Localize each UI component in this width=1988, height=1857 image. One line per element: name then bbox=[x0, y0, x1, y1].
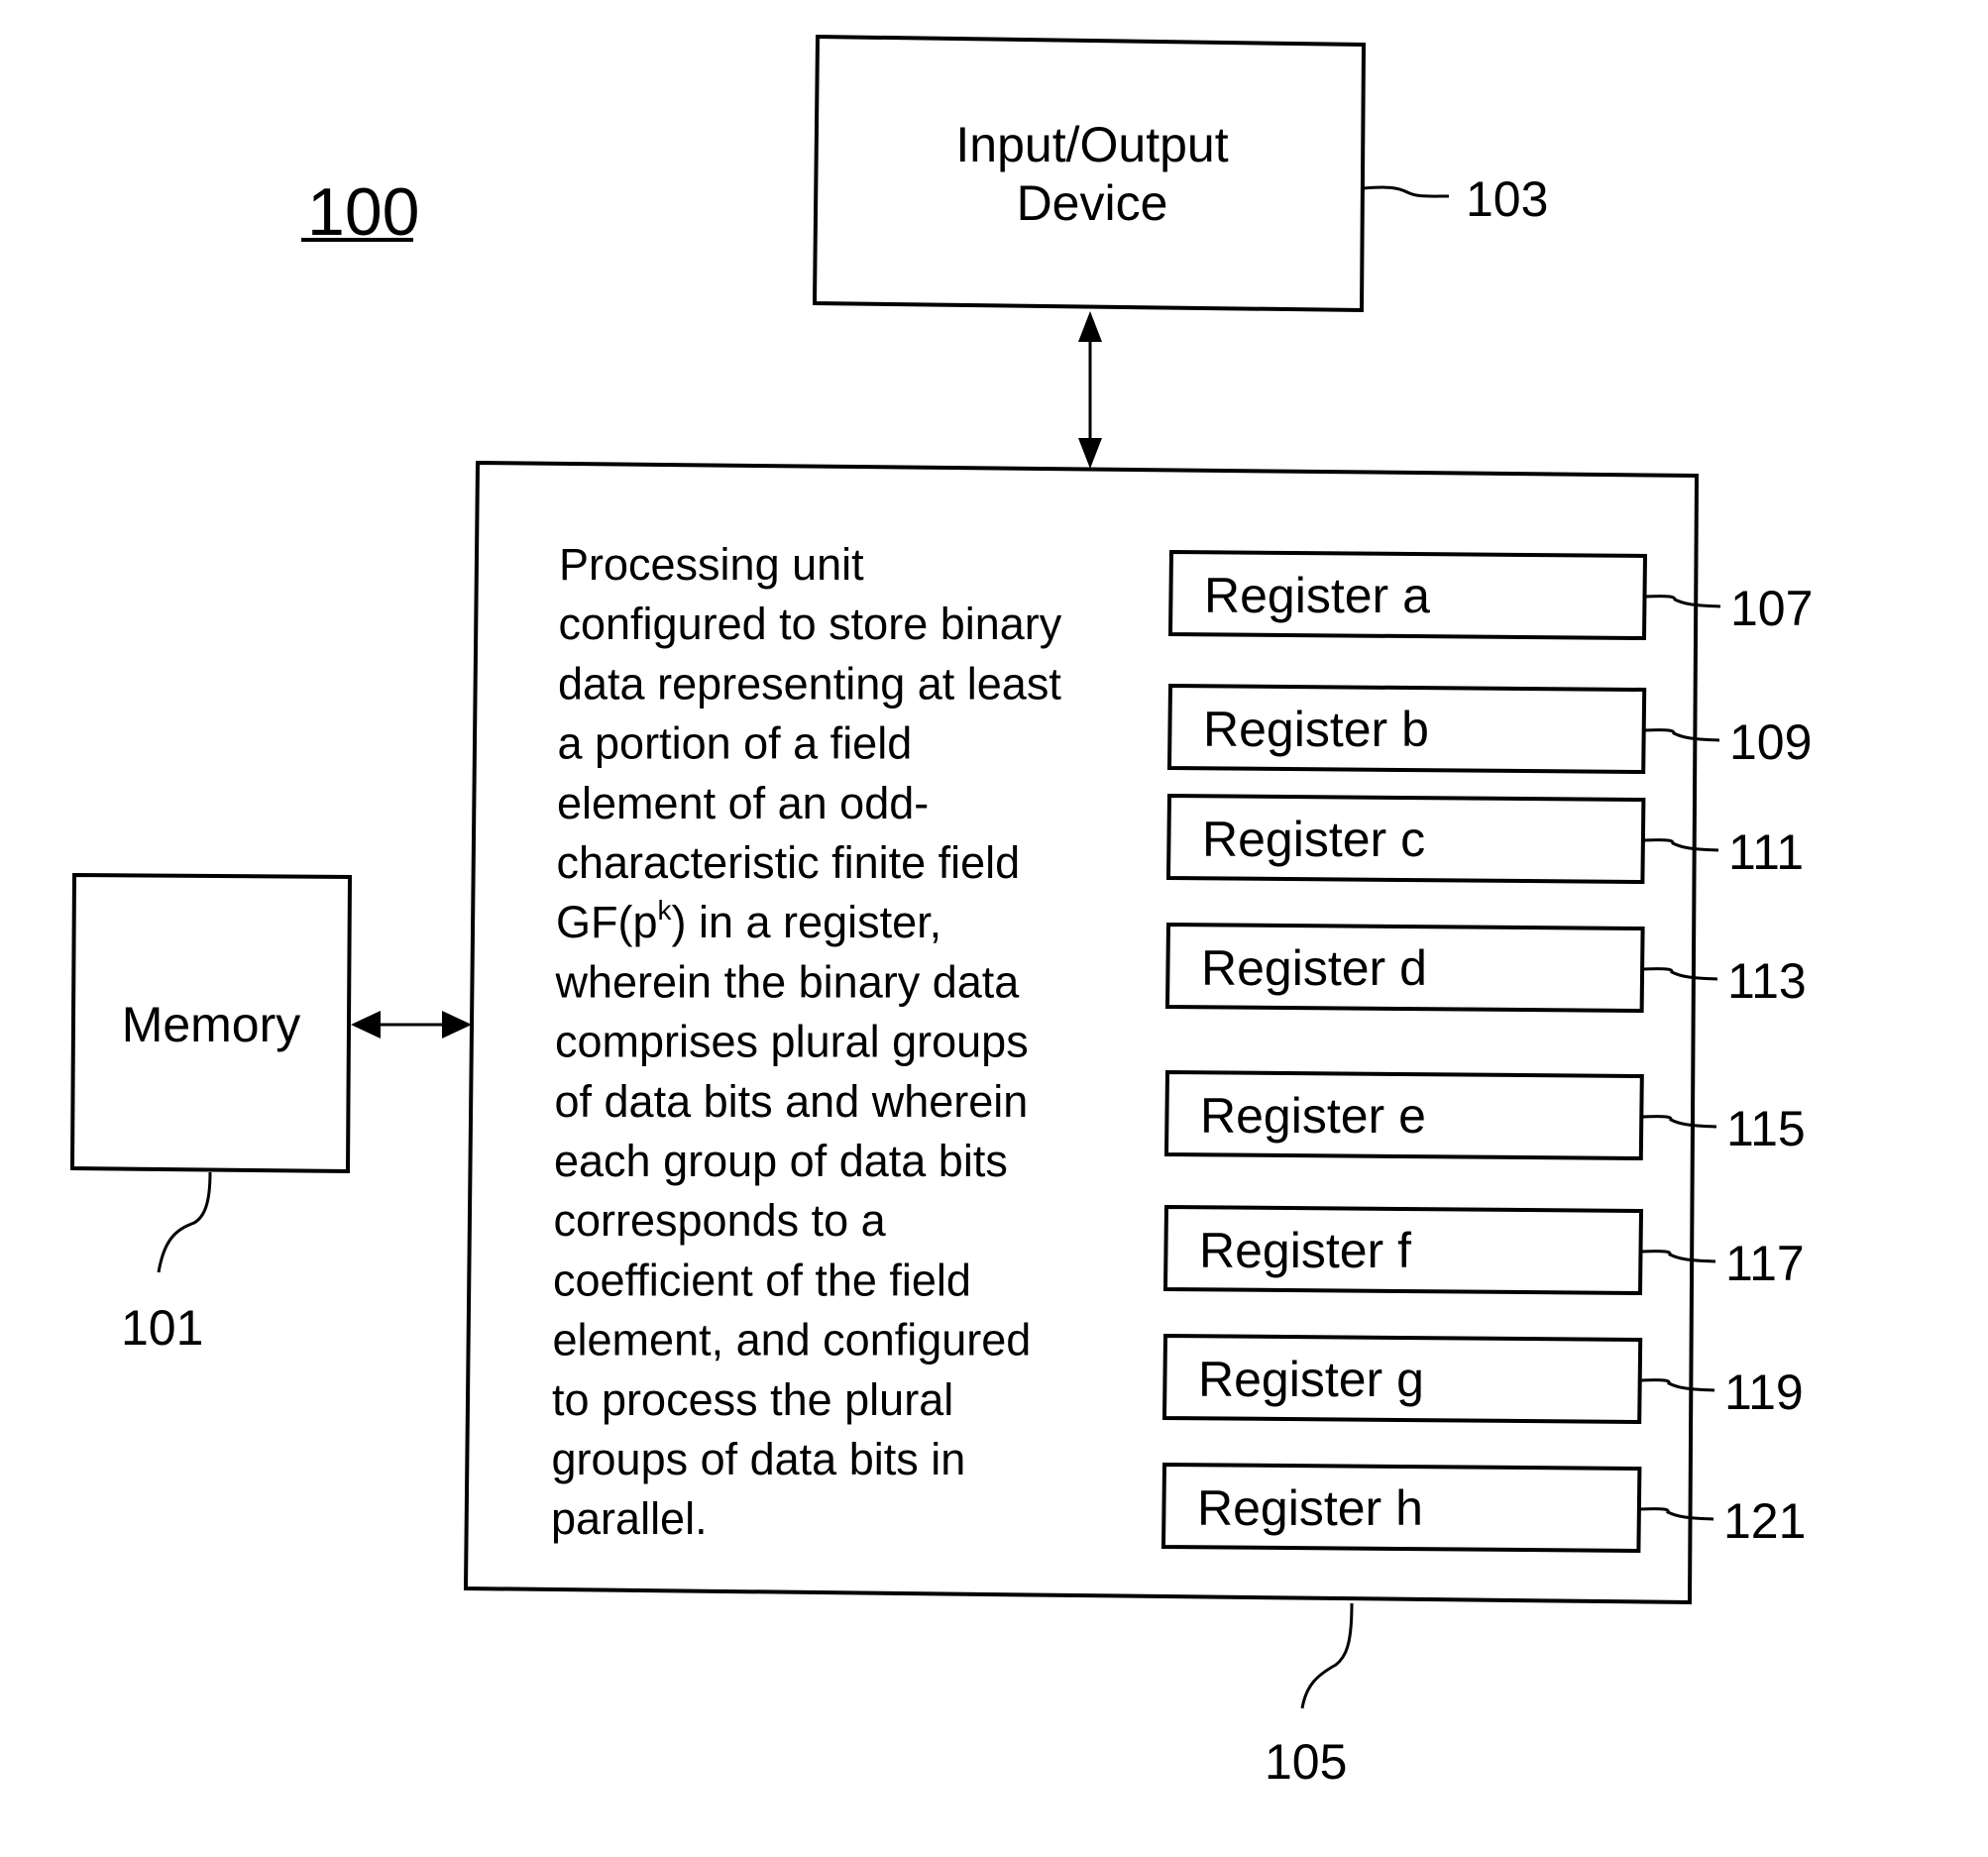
register-leader-line bbox=[1641, 1115, 1717, 1129]
processing-unit-leader-line bbox=[1300, 1602, 1354, 1709]
processing-unit-block: Processing unit configured to store binar… bbox=[463, 460, 1813, 1790]
register-ref: 117 bbox=[1725, 1236, 1805, 1291]
description-line: element, and configured bbox=[553, 1315, 1032, 1365]
register-ref: 107 bbox=[1730, 581, 1813, 636]
io-device-label-line-2: Device bbox=[1017, 175, 1168, 231]
register-label: Register b bbox=[1203, 702, 1429, 757]
register-ref: 111 bbox=[1728, 824, 1804, 880]
register-leader-line bbox=[1644, 595, 1721, 608]
register-b: Register b 109 bbox=[1166, 683, 1812, 775]
register-list: Register a 107Register b 109Register c 111R… bbox=[1160, 549, 1813, 1554]
register-ref: 113 bbox=[1727, 953, 1807, 1009]
arrowhead-up-icon bbox=[1078, 311, 1102, 342]
gf-suffix: ) in a register, bbox=[672, 897, 942, 947]
io-device-block: Input/Output Device 103 bbox=[812, 34, 1548, 313]
description-line: characteristic finite field bbox=[557, 837, 1021, 888]
arrowhead-left-icon bbox=[351, 1011, 381, 1038]
description-line: comprises plural groups bbox=[555, 1017, 1029, 1067]
register-label: Register g bbox=[1198, 1352, 1424, 1407]
description-line: GF(pk) in a register, bbox=[556, 895, 941, 947]
arrowhead-down-icon bbox=[1078, 438, 1102, 469]
description-line: corresponds to a bbox=[554, 1195, 887, 1246]
register-leader-line bbox=[1639, 1507, 1714, 1521]
description-line: data representing at least bbox=[558, 658, 1061, 709]
register-e: Register e 115 bbox=[1163, 1069, 1806, 1161]
register-c: Register c 111 bbox=[1165, 793, 1804, 885]
memory-block: Memory 101 bbox=[69, 872, 353, 1356]
register-h: Register h 121 bbox=[1160, 1462, 1806, 1554]
register-ref: 109 bbox=[1729, 714, 1812, 770]
register-leader-line bbox=[1643, 838, 1719, 852]
register-ref: 115 bbox=[1726, 1101, 1806, 1156]
io-device-box bbox=[812, 34, 1367, 313]
description-line: parallel. bbox=[551, 1493, 708, 1544]
register-leader-line bbox=[1642, 967, 1718, 981]
memory-processing-arrow bbox=[351, 1011, 472, 1038]
block-diagram: 100 Input/Output Device 103 Memory 101 P… bbox=[69, 34, 1813, 1790]
description-line: element of an odd- bbox=[557, 778, 929, 828]
register-label: Register d bbox=[1201, 940, 1427, 996]
register-ref: 119 bbox=[1724, 1365, 1804, 1420]
io-device-label-line-1: Input/Output bbox=[955, 117, 1228, 172]
register-label: Register a bbox=[1204, 568, 1430, 623]
register-leader-line bbox=[1644, 728, 1720, 742]
register-ref: 121 bbox=[1723, 1493, 1806, 1549]
io-device-leader-line bbox=[1363, 185, 1450, 198]
description-line: coefficient of the field bbox=[553, 1255, 971, 1305]
gf-prefix: GF(p bbox=[556, 897, 658, 947]
register-g: Register g 119 bbox=[1161, 1333, 1804, 1425]
gf-superscript: k bbox=[658, 895, 673, 926]
memory-ref: 101 bbox=[121, 1300, 203, 1356]
description-line: Processing unit bbox=[559, 539, 864, 590]
register-label: Register h bbox=[1197, 1480, 1423, 1536]
arrowhead-right-icon bbox=[442, 1011, 472, 1038]
description-line: of data bits and wherein bbox=[555, 1076, 1029, 1127]
processing-unit-ref: 105 bbox=[1265, 1734, 1347, 1790]
register-f: Register f 117 bbox=[1162, 1204, 1805, 1296]
description-line: configured to store binary bbox=[559, 599, 1062, 649]
processing-unit-description: Processing unit configured to store binar… bbox=[551, 539, 1062, 1544]
description-line: a portion of a field bbox=[558, 718, 913, 769]
register-label: Register e bbox=[1200, 1088, 1426, 1144]
description-line: wherein the binary data bbox=[555, 956, 1021, 1007]
memory-label: Memory bbox=[122, 997, 301, 1052]
register-label: Register f bbox=[1199, 1223, 1411, 1278]
figure-number: 100 bbox=[301, 174, 419, 250]
description-line: groups of data bits in bbox=[552, 1434, 966, 1484]
register-leader-line bbox=[1640, 1250, 1716, 1263]
io-processing-arrow bbox=[1078, 311, 1102, 469]
register-label: Register c bbox=[1202, 812, 1425, 867]
memory-leader-line bbox=[157, 1171, 212, 1273]
description-line: each group of data bits bbox=[554, 1136, 1008, 1186]
register-d: Register d 113 bbox=[1164, 922, 1807, 1014]
io-device-ref: 103 bbox=[1466, 171, 1548, 227]
register-leader-line bbox=[1640, 1378, 1715, 1392]
register-a: Register a 107 bbox=[1167, 549, 1813, 641]
description-line: to process the plural bbox=[552, 1374, 953, 1425]
